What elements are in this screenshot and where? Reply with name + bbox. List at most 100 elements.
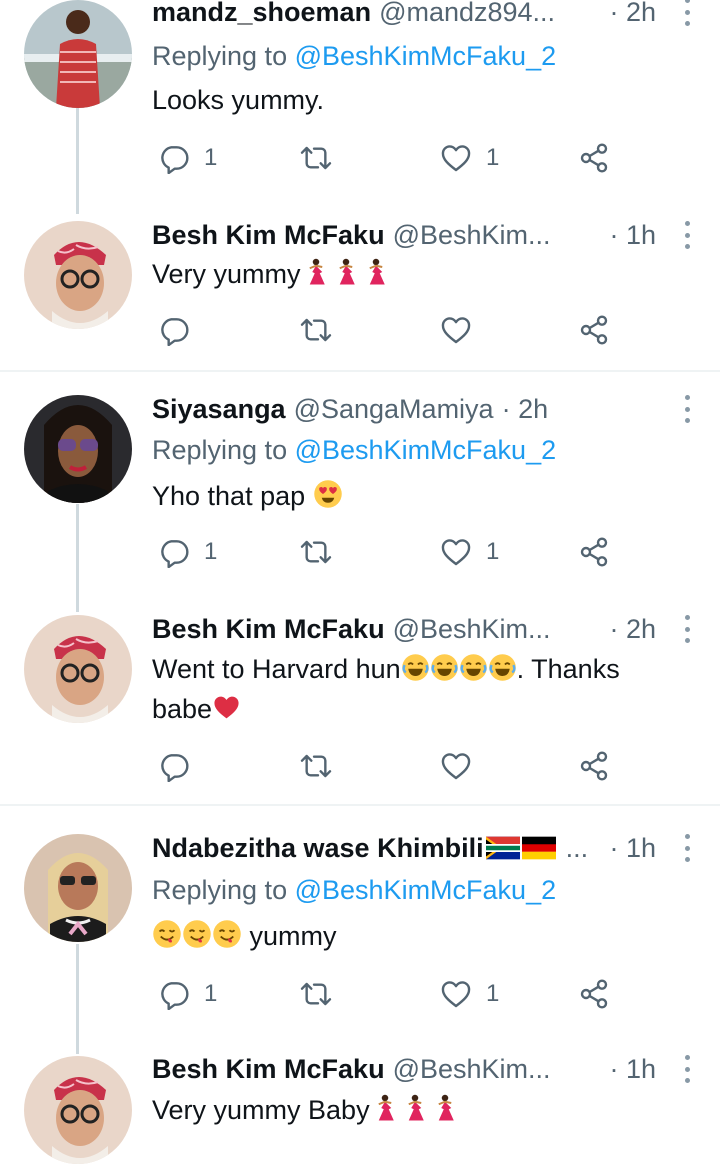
user-handle[interactable]: @BeshKim...	[393, 219, 551, 251]
red-heart-emoji	[212, 693, 241, 722]
user-handle[interactable]: @SangaMamiya	[294, 393, 494, 425]
yum-emoji	[152, 919, 182, 949]
avatar[interactable]	[24, 395, 132, 503]
retweet-button[interactable]	[300, 140, 332, 176]
retweet-icon	[300, 142, 332, 174]
more-options-icon[interactable]	[684, 221, 690, 249]
reply-count: 1	[204, 144, 218, 171]
dancer-emoji	[400, 1093, 430, 1123]
dancer-emoji	[331, 257, 361, 287]
like-button[interactable]: 1	[440, 534, 499, 570]
display-name[interactable]: Besh Kim McFaku	[152, 613, 385, 645]
user-handle[interactable]: ...	[566, 832, 589, 864]
tweet[interactable]: Besh Kim McFaku @BeshKim... · 1h Very yu…	[0, 1052, 720, 1164]
dancer-emoji	[430, 1093, 460, 1123]
like-button[interactable]	[440, 748, 472, 784]
joy-emoji	[459, 653, 488, 682]
reply-icon	[158, 314, 190, 346]
display-name[interactable]: Besh Kim McFaku	[152, 1053, 385, 1085]
thread-line	[76, 944, 79, 1054]
mention-link[interactable]: @BeshKimMcFaku_2	[295, 875, 557, 905]
like-count: 1	[486, 144, 500, 171]
avatar[interactable]	[24, 0, 132, 108]
tweet[interactable]: Siyasanga @SangaMamiya · 2h Replying to …	[0, 392, 720, 612]
display-name[interactable]: Besh Kim McFaku	[152, 219, 385, 251]
avatar[interactable]	[24, 221, 132, 329]
retweet-button[interactable]	[300, 534, 332, 570]
thread-line	[76, 504, 79, 612]
share-button[interactable]	[578, 976, 610, 1012]
reply-count: 1	[204, 980, 218, 1007]
timestamp[interactable]: · 1h	[609, 832, 656, 864]
share-icon	[578, 314, 610, 346]
like-count: 1	[486, 980, 500, 1007]
user-handle[interactable]: @BeshKim...	[393, 1053, 551, 1085]
retweet-button[interactable]	[300, 748, 332, 784]
tweet[interactable]: Ndabezitha wase Khimbili ... · 1h Replyi…	[0, 832, 720, 1054]
like-button[interactable]	[440, 312, 472, 348]
like-button[interactable]: 1	[440, 140, 499, 176]
reply-button[interactable]: 1	[158, 140, 217, 176]
tweet-text: babe	[152, 694, 213, 724]
joy-emoji	[488, 653, 517, 682]
tweet-text: yummy	[249, 921, 337, 951]
like-icon	[440, 314, 472, 346]
user-handle[interactable]: @mandz894...	[379, 0, 555, 28]
timestamp[interactable]: · 1h	[609, 1053, 656, 1085]
retweet-icon	[300, 314, 332, 346]
more-options-icon[interactable]	[684, 0, 690, 26]
more-options-icon[interactable]	[684, 615, 690, 643]
joy-emoji	[430, 653, 459, 682]
more-options-icon[interactable]	[684, 834, 690, 862]
reply-icon	[158, 536, 190, 568]
divider	[0, 370, 720, 372]
more-options-icon[interactable]	[684, 1055, 690, 1083]
share-icon	[578, 978, 610, 1010]
timestamp[interactable]: · 2h	[502, 393, 549, 425]
like-button[interactable]: 1	[440, 976, 499, 1012]
reply-button[interactable]: 1	[158, 976, 217, 1012]
dancer-emoji	[370, 1093, 400, 1123]
timestamp[interactable]: · 1h	[609, 219, 656, 251]
replying-to-label: Replying to	[152, 41, 288, 71]
display-name[interactable]: mandz_shoeman	[152, 0, 371, 28]
germany-flag	[522, 836, 556, 860]
share-button[interactable]	[578, 312, 610, 348]
reply-button[interactable]: 1	[158, 534, 217, 570]
share-button[interactable]	[578, 140, 610, 176]
display-name[interactable]: Ndabezitha wase Khimbili	[152, 832, 484, 864]
avatar[interactable]	[24, 1056, 132, 1164]
thread-line	[76, 108, 79, 214]
yum-emoji	[212, 919, 242, 949]
retweet-icon	[300, 750, 332, 782]
reply-icon	[158, 978, 190, 1010]
divider	[0, 804, 720, 806]
heart-eyes-emoji	[313, 479, 343, 509]
share-icon	[578, 536, 610, 568]
share-button[interactable]	[578, 748, 610, 784]
display-name[interactable]: Siyasanga	[152, 393, 286, 425]
user-handle[interactable]: @BeshKim...	[393, 613, 551, 645]
timestamp[interactable]: · 2h	[609, 613, 656, 645]
retweet-button[interactable]	[300, 312, 332, 348]
mention-link[interactable]: @BeshKimMcFaku_2	[295, 41, 557, 71]
like-icon	[440, 750, 472, 782]
more-options-icon[interactable]	[684, 395, 690, 423]
tweet[interactable]: mandz_shoeman @mandz894... · 2h Replying…	[0, 0, 720, 214]
mention-link[interactable]: @BeshKimMcFaku_2	[295, 435, 557, 465]
avatar[interactable]	[24, 615, 132, 723]
like-icon	[440, 142, 472, 174]
tweet-text: . Thanks	[516, 654, 620, 684]
timestamp[interactable]: · 2h	[609, 0, 656, 28]
avatar[interactable]	[24, 834, 132, 942]
like-count: 1	[486, 538, 500, 565]
reply-button[interactable]	[158, 312, 190, 348]
tweet-text: Very yummy	[152, 259, 301, 289]
yum-emoji	[182, 919, 212, 949]
tweet[interactable]: Besh Kim McFaku @BeshKim... · 2h Went to…	[0, 612, 720, 802]
share-button[interactable]	[578, 534, 610, 570]
tweet[interactable]: Besh Kim McFaku @BeshKim... · 1h Very yu…	[0, 218, 720, 368]
tweet-text: Very yummy Baby	[152, 1095, 370, 1125]
reply-button[interactable]	[158, 748, 190, 784]
retweet-button[interactable]	[300, 976, 332, 1012]
